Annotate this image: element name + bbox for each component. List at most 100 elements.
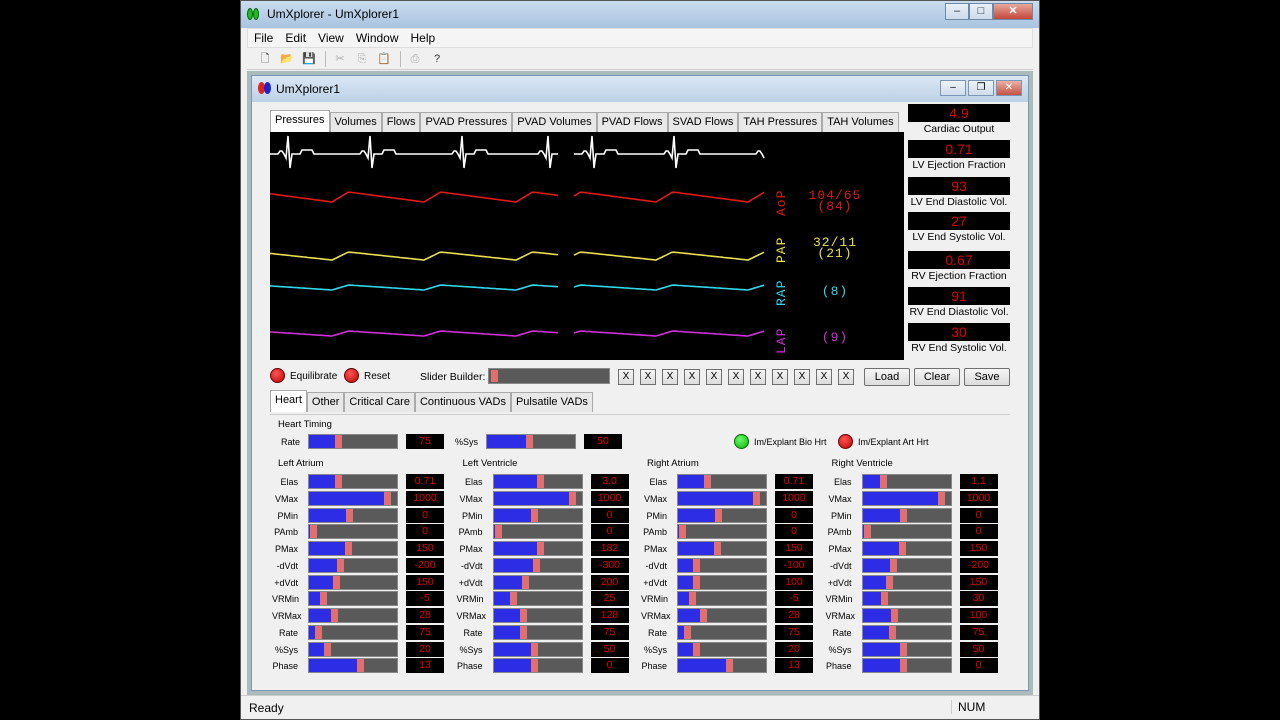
- param-slider[interactable]: [677, 608, 767, 623]
- param-slider[interactable]: [861, 507, 952, 523]
- param-slider[interactable]: [492, 541, 583, 556]
- slider-thumb[interactable]: [863, 525, 871, 539]
- param-slider[interactable]: [308, 507, 398, 523]
- menu-edit[interactable]: Edit: [279, 29, 312, 47]
- slider-thumb[interactable]: [310, 525, 318, 539]
- param-slider[interactable]: [492, 507, 583, 523]
- param-slider[interactable]: [861, 641, 952, 657]
- slider-thumb[interactable]: [536, 542, 544, 555]
- param-slider[interactable]: [677, 658, 767, 674]
- slider-thumb[interactable]: [320, 592, 328, 606]
- param-slider[interactable]: [677, 507, 767, 523]
- param-slider[interactable]: [308, 557, 398, 573]
- param-slider[interactable]: [861, 490, 952, 506]
- slider-thumb[interactable]: [335, 475, 343, 488]
- slider-thumb[interactable]: [510, 592, 518, 606]
- slider-thumb[interactable]: [679, 525, 687, 539]
- print-icon[interactable]: ⎙: [405, 50, 425, 68]
- tab-heart[interactable]: Heart: [270, 390, 307, 412]
- slider-thumb[interactable]: [898, 542, 906, 555]
- slider-thumb[interactable]: [568, 491, 576, 505]
- slider-thumb[interactable]: [336, 558, 344, 572]
- slider-thumb[interactable]: [692, 575, 700, 589]
- child-close-button[interactable]: ✕: [996, 80, 1022, 96]
- tab-pressures[interactable]: Pressures: [270, 110, 330, 132]
- param-slider[interactable]: [861, 474, 952, 489]
- param-slider[interactable]: [308, 608, 398, 623]
- slider-thumb[interactable]: [335, 435, 343, 448]
- param-slider[interactable]: [861, 608, 952, 623]
- slider-slot-2-button[interactable]: X: [640, 369, 656, 385]
- param-slider[interactable]: [308, 641, 398, 657]
- param-slider[interactable]: [308, 490, 398, 506]
- param-slider[interactable]: [677, 591, 767, 607]
- param-slider[interactable]: [308, 574, 398, 590]
- param-slider[interactable]: [861, 591, 952, 607]
- slider-thumb[interactable]: [888, 625, 896, 639]
- param-slider[interactable]: [677, 624, 767, 640]
- slider-thumb[interactable]: [891, 609, 899, 622]
- tab-pulsatile-vads[interactable]: Pulsatile VADs: [510, 392, 593, 412]
- param-slider[interactable]: [492, 524, 583, 540]
- load-button[interactable]: Load: [864, 368, 910, 386]
- slider-thumb[interactable]: [890, 558, 898, 572]
- param-slider[interactable]: [861, 524, 952, 540]
- param-slider[interactable]: [308, 591, 398, 607]
- slider-slot-3-button[interactable]: X: [662, 369, 678, 385]
- param-slider[interactable]: [308, 474, 398, 489]
- param-slider[interactable]: [492, 624, 583, 640]
- child-restore-button[interactable]: ❐: [968, 80, 994, 96]
- cut-icon[interactable]: ✂: [330, 50, 350, 68]
- slider-thumb[interactable]: [715, 508, 723, 522]
- slider-thumb[interactable]: [346, 508, 354, 522]
- slider-thumb[interactable]: [332, 575, 340, 589]
- menu-view[interactable]: View: [312, 29, 350, 47]
- param-slider[interactable]: [677, 557, 767, 573]
- param-slider[interactable]: [492, 474, 583, 489]
- param-slider[interactable]: [492, 658, 583, 674]
- menu-help[interactable]: Help: [405, 29, 442, 47]
- slider-slot-6-button[interactable]: X: [728, 369, 744, 385]
- slider-thumb[interactable]: [315, 625, 323, 639]
- tab-tah-pressures[interactable]: TAH Pressures: [738, 112, 823, 132]
- tab-continuous-vads[interactable]: Continuous VADs: [414, 392, 511, 412]
- param-slider[interactable]: [861, 541, 952, 556]
- param-slider[interactable]: [308, 624, 398, 640]
- slider-slot-9-button[interactable]: X: [794, 369, 810, 385]
- param-slider[interactable]: [861, 574, 952, 590]
- slider-thumb[interactable]: [684, 625, 692, 639]
- reset-button[interactable]: [344, 368, 359, 383]
- slider-thumb[interactable]: [692, 558, 700, 572]
- slider-thumb[interactable]: [714, 542, 722, 555]
- param-slider[interactable]: [308, 524, 398, 540]
- param-slider[interactable]: [492, 557, 583, 573]
- save-icon[interactable]: 💾: [299, 50, 319, 68]
- child-minimize-button[interactable]: –: [940, 80, 966, 96]
- slider-thumb[interactable]: [530, 508, 538, 522]
- slider-thumb[interactable]: [886, 575, 894, 589]
- slider-thumb[interactable]: [494, 525, 502, 539]
- param-slider[interactable]: [861, 557, 952, 573]
- slider-thumb[interactable]: [899, 508, 907, 522]
- param-slider[interactable]: [677, 474, 767, 489]
- tab-pvad-volumes[interactable]: PVAD Volumes: [512, 112, 597, 132]
- heart-rate-slider[interactable]: [308, 434, 398, 449]
- menu-file[interactable]: File: [248, 29, 279, 47]
- slider-slot-5-button[interactable]: X: [706, 369, 722, 385]
- slider-thumb[interactable]: [753, 491, 761, 505]
- help-icon[interactable]: ?: [427, 50, 447, 68]
- param-slider[interactable]: [677, 574, 767, 590]
- param-slider[interactable]: [677, 541, 767, 556]
- tab-volumes[interactable]: Volumes: [329, 112, 382, 132]
- tab-svad-flows[interactable]: SVAD Flows: [667, 112, 739, 132]
- param-slider[interactable]: [492, 591, 583, 607]
- equilibrate-button[interactable]: [270, 368, 285, 383]
- copy-icon[interactable]: ⎘: [352, 50, 372, 68]
- slider-slot-11-button[interactable]: X: [838, 369, 854, 385]
- slider-thumb[interactable]: [532, 558, 540, 572]
- art-heart-indicator[interactable]: [838, 434, 853, 449]
- param-slider[interactable]: [308, 541, 398, 556]
- slider-thumb[interactable]: [530, 642, 538, 656]
- paste-icon[interactable]: 📋: [374, 50, 394, 68]
- slider-thumb[interactable]: [689, 592, 697, 606]
